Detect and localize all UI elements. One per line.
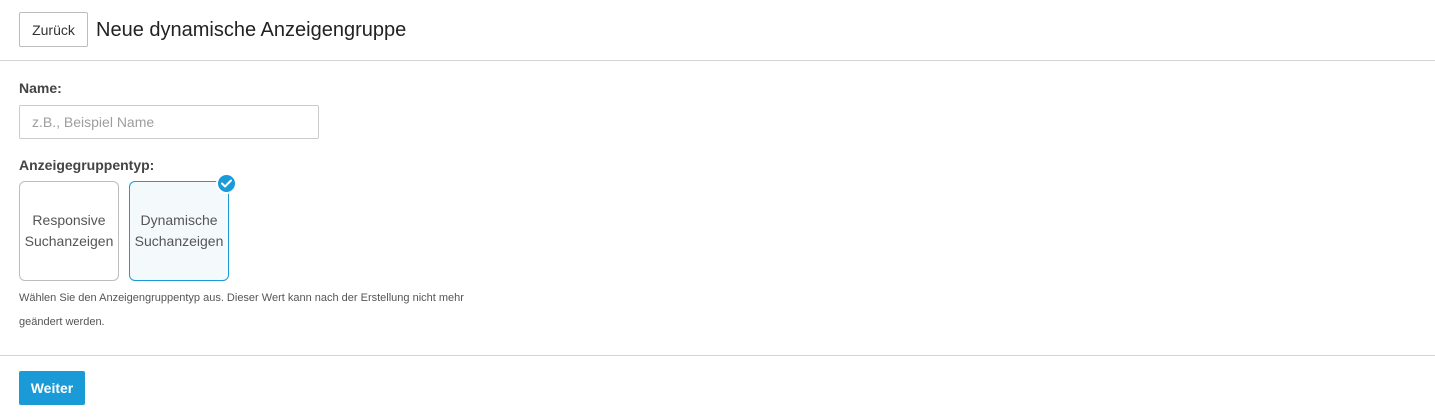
name-input[interactable] [19, 105, 319, 139]
ad-group-type-label: Anzeigegruppentyp: [19, 157, 155, 173]
check-icon [216, 173, 237, 194]
name-label: Name: [19, 80, 62, 96]
footer-divider [0, 355, 1435, 356]
type-option-label: Dynamische Suchanzeigen [134, 212, 224, 249]
page-header: Zurück Neue dynamische Anzeigengruppe [0, 0, 1435, 61]
page-title: Neue dynamische Anzeigengruppe [96, 19, 407, 41]
next-button[interactable]: Weiter [19, 371, 85, 405]
type-option-label: Responsive Suchanzeigen [24, 212, 114, 249]
back-button[interactable]: Zurück [19, 12, 88, 47]
type-helper-text: Wählen Sie den Anzeigengruppentyp aus. D… [19, 292, 464, 328]
type-option-responsive-search-ads[interactable]: Responsive Suchanzeigen [19, 181, 119, 281]
type-option-dynamic-search-ads[interactable]: Dynamische Suchanzeigen [129, 181, 229, 281]
